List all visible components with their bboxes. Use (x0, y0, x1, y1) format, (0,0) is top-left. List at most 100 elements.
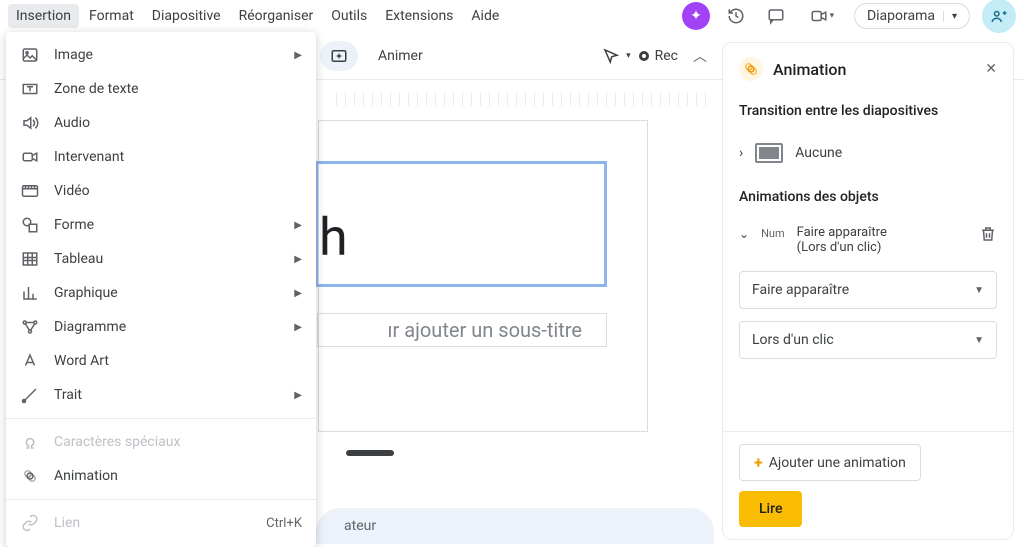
menu-reorganiser[interactable]: Réorganiser (231, 4, 322, 28)
menu-diapositive[interactable]: Diapositive (144, 4, 229, 28)
dd-lien: Lien Ctrl+K (6, 506, 316, 540)
dd-trait-label: Trait (54, 387, 280, 403)
submenu-arrow-icon: ▶ (294, 254, 302, 265)
submenu-arrow-icon: ▶ (294, 220, 302, 231)
animation-icon (20, 466, 40, 486)
subtitle-textbox[interactable]: ır ajouter un sous-titre (317, 313, 607, 347)
add-animation-label: Ajouter une animation (769, 455, 906, 471)
link-icon (20, 513, 40, 533)
title-text[interactable]: h (319, 207, 348, 268)
transition-section-title: Transition entre les diapositives (739, 103, 997, 119)
dd-tableau[interactable]: Tableau ▶ (6, 242, 316, 276)
obj-trigger-name: (Lors d'un clic) (797, 240, 967, 255)
dropdown-arrow-icon: ▼ (974, 335, 984, 346)
slide-canvas[interactable]: h ır ajouter un sous-titre ateur (316, 80, 714, 544)
dd-zone-texte[interactable]: Zone de texte (6, 72, 316, 106)
diaporama-label: Diaporama (867, 8, 935, 24)
animer-button[interactable]: Animer (366, 42, 435, 70)
horizontal-ruler (336, 92, 714, 106)
dd-audio[interactable]: Audio (6, 106, 316, 140)
dd-animation-label: Animation (54, 468, 302, 484)
dd-diagramme-label: Diagramme (54, 319, 280, 335)
menubar: Insertion Format Diapositive Réorganiser… (0, 0, 1024, 32)
dd-lien-label: Lien (54, 515, 252, 531)
diaporama-dropdown-icon[interactable]: ▾ (943, 11, 957, 22)
speaker-notes-bar[interactable]: ateur (316, 508, 714, 544)
resize-handle[interactable] (346, 450, 394, 456)
dd-wordart[interactable]: Word Art (6, 344, 316, 378)
animation-panel-title: Animation (773, 60, 975, 79)
animation-panel-header: Animation ✕ (723, 43, 1013, 95)
dd-commentaire[interactable]: Commentaire Ctrl+Alt+M (6, 540, 316, 541)
close-panel-icon[interactable]: ✕ (985, 61, 997, 77)
submenu-arrow-icon: ▶ (294, 390, 302, 401)
dd-image[interactable]: Image ▶ (6, 38, 316, 72)
menu-insertion[interactable]: Insertion (8, 4, 79, 28)
delete-animation-icon[interactable] (979, 225, 997, 247)
menu-format[interactable]: Format (81, 4, 142, 28)
expand-icon[interactable]: › (739, 145, 743, 161)
gemini-icon[interactable]: ✦ (682, 2, 710, 30)
videocam-icon[interactable]: ▾ (802, 2, 842, 30)
dd-graphique[interactable]: Graphique ▶ (6, 276, 316, 310)
dd-intervenant[interactable]: Intervenant (6, 140, 316, 174)
table-icon (20, 249, 40, 269)
dd-zone-texte-label: Zone de texte (54, 81, 302, 97)
dd-caracteres: Caractères spéciaux (6, 425, 316, 459)
slide[interactable]: h ır ajouter un sous-titre (318, 120, 648, 432)
dropdown-arrow-icon: ▼ (974, 285, 984, 296)
audio-icon (20, 113, 40, 133)
effect-select[interactable]: Faire apparaître ▼ (739, 271, 997, 309)
object-animation-row[interactable]: ⌄ Num Faire apparaître (Lors d'un clic) (739, 221, 997, 271)
dd-diagramme[interactable]: Diagramme ▶ (6, 310, 316, 344)
dd-forme[interactable]: Forme ▶ (6, 208, 316, 242)
animation-panel-footer: + Ajouter une animation Lire (723, 431, 1013, 539)
share-button[interactable] (982, 0, 1016, 33)
insertion-dropdown: Image ▶ Zone de texte Audio Intervenant … (6, 32, 316, 547)
add-animation-button[interactable]: + Ajouter une animation (739, 444, 921, 481)
collapse-icon[interactable]: ⌄ (739, 225, 749, 241)
object-animation-text: Faire apparaître (Lors d'un clic) (797, 225, 967, 255)
trigger-select[interactable]: Lors d'un clic ▼ (739, 321, 997, 359)
animation-panel-body: Transition entre les diapositives › Aucu… (723, 95, 1013, 431)
menu-aide[interactable]: Aide (463, 4, 507, 28)
obj-effect-name: Faire apparaître (797, 225, 967, 240)
dd-wordart-label: Word Art (54, 353, 302, 369)
num-label: Num (761, 225, 785, 240)
dd-graphique-label: Graphique (54, 285, 280, 301)
dd-animation[interactable]: Animation (6, 459, 316, 493)
animation-panel: Animation ✕ Transition entre les diaposi… (722, 42, 1014, 540)
transition-row[interactable]: › Aucune (739, 135, 997, 181)
trigger-select-value: Lors d'un clic (752, 332, 834, 348)
effect-select-value: Faire apparaître (752, 282, 849, 298)
video-icon (20, 181, 40, 201)
collapse-toolbar-icon[interactable]: ︿ (686, 42, 714, 70)
rec-button[interactable]: Rec (639, 48, 678, 64)
submenu-arrow-icon: ▶ (294, 288, 302, 299)
comment-icon[interactable] (762, 2, 790, 30)
submenu-arrow-icon: ▶ (294, 322, 302, 333)
dd-intervenant-label: Intervenant (54, 149, 302, 165)
menu-extensions[interactable]: Extensions (377, 4, 461, 28)
animation-header-icon (739, 57, 763, 81)
top-right-controls: ✦ ▾ Diaporama ▾ (682, 0, 1016, 33)
separator (6, 418, 316, 419)
history-icon[interactable] (722, 2, 750, 30)
diaporama-button[interactable]: Diaporama ▾ (854, 3, 970, 29)
separator (6, 499, 316, 500)
dd-image-label: Image (54, 47, 280, 63)
pointer-tool[interactable]: ▾ (602, 47, 631, 65)
add-slide-button[interactable] (320, 41, 358, 71)
dd-video[interactable]: Vidéo (6, 174, 316, 208)
title-textbox-selected[interactable] (315, 161, 607, 287)
dd-forme-label: Forme (54, 217, 280, 233)
dd-trait[interactable]: Trait ▶ (6, 378, 316, 412)
dd-audio-label: Audio (54, 115, 302, 131)
play-button[interactable]: Lire (739, 491, 802, 527)
image-icon (20, 45, 40, 65)
dd-caracteres-label: Caractères spéciaux (54, 434, 302, 450)
line-icon (20, 385, 40, 405)
textbox-icon (20, 79, 40, 99)
menu-outils[interactable]: Outils (323, 4, 375, 28)
rec-label: Rec (655, 48, 678, 64)
